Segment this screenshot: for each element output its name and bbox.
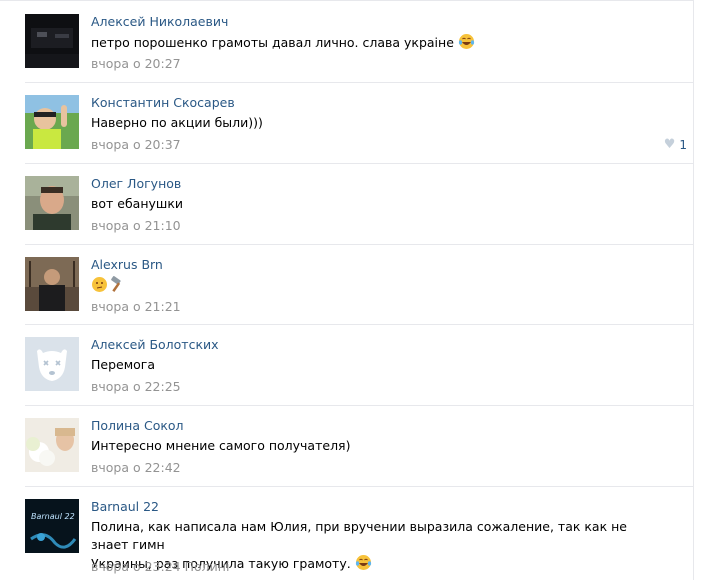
comment-author[interactable]: Алексей Болотских bbox=[91, 337, 219, 353]
comment-item: Alexrus Brn вчора о 21:21 bbox=[25, 257, 693, 338]
avatar-logo-text: Barnaul 22 bbox=[31, 512, 75, 521]
heart-icon: ♥ bbox=[663, 137, 676, 152]
divider bbox=[25, 486, 694, 487]
laughing-tears-emoji-icon bbox=[458, 34, 474, 49]
divider bbox=[25, 163, 694, 164]
avatar[interactable]: Barnaul 22 bbox=[25, 499, 79, 553]
avatar[interactable] bbox=[25, 176, 79, 230]
comment-author[interactable]: Alexrus Brn bbox=[91, 257, 163, 273]
avatar[interactable] bbox=[25, 257, 79, 311]
comment-date: вчора о 23:24 Полині bbox=[91, 559, 229, 575]
comment-timestamp[interactable]: вчора о 23:24 bbox=[91, 559, 181, 574]
thinking-face-emoji-icon bbox=[92, 277, 107, 292]
comment-author[interactable]: Константин Скосарев bbox=[91, 95, 235, 111]
comment-date[interactable]: вчора о 21:21 bbox=[91, 299, 181, 315]
comment-author[interactable]: Barnaul 22 bbox=[91, 499, 159, 515]
comment-text: Наверно по акции были))) bbox=[91, 115, 263, 130]
comment-date[interactable]: вчора о 20:37 bbox=[91, 137, 181, 153]
divider bbox=[25, 405, 694, 406]
comment-text: петро порошенко грамоты давал лично. сла… bbox=[91, 33, 475, 52]
divider bbox=[25, 324, 694, 325]
comment-author[interactable]: Олег Логунов bbox=[91, 176, 181, 192]
avatar[interactable] bbox=[25, 418, 79, 472]
comment-date[interactable]: вчора о 20:27 bbox=[91, 56, 181, 72]
comment-author[interactable]: Алексей Николаевич bbox=[91, 14, 228, 30]
laughing-tears-emoji-icon bbox=[355, 555, 371, 570]
comment-date[interactable]: вчора о 21:10 bbox=[91, 218, 181, 234]
like-button[interactable]: ♥ 1 bbox=[664, 137, 687, 153]
comment-text: Перемога bbox=[91, 357, 156, 372]
hammer-icon bbox=[111, 276, 121, 292]
avatar[interactable] bbox=[25, 14, 79, 68]
reply-to-link[interactable]: Полині bbox=[185, 559, 230, 574]
like-count: 1 bbox=[679, 138, 687, 152]
avatar[interactable] bbox=[25, 337, 79, 391]
comment-item: Barnaul 22 Barnaul 22 Полина, как написа… bbox=[25, 499, 693, 580]
comment-date[interactable]: вчора о 22:25 bbox=[91, 379, 181, 395]
comment-text: вот ебанушки bbox=[91, 196, 184, 211]
comment-author[interactable]: Полина Сокол bbox=[91, 418, 184, 434]
divider bbox=[25, 244, 694, 245]
divider bbox=[25, 82, 694, 83]
comment-text: Интересно мнение самого получателя) bbox=[91, 438, 351, 453]
comment-date[interactable]: вчора о 22:42 bbox=[91, 460, 181, 476]
avatar[interactable] bbox=[25, 95, 79, 149]
comment-text bbox=[91, 276, 125, 295]
